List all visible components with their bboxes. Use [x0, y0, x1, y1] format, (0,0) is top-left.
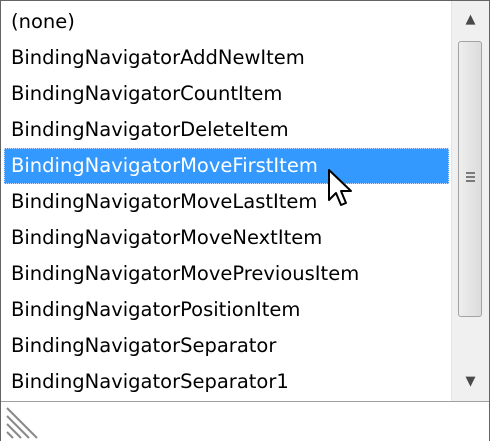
scroll-up-arrow-icon[interactable]: ▲	[452, 1, 489, 39]
list-item[interactable]: BindingNavigatorCountItem	[4, 76, 449, 112]
list-item[interactable]: BindingNavigatorDeleteItem	[4, 112, 449, 148]
list-item[interactable]: BindingNavigatorSeparator1	[4, 364, 449, 399]
list-item-selected[interactable]: BindingNavigatorMoveFirstItem	[4, 148, 449, 184]
scrollbar-grip-icon	[466, 172, 475, 184]
list-item[interactable]: BindingNavigatorSeparator	[4, 328, 449, 364]
resize-grip-icon[interactable]	[5, 406, 39, 440]
resize-footer	[1, 401, 489, 441]
list-item[interactable]: (none)	[4, 4, 449, 40]
list-item[interactable]: BindingNavigatorAddNewItem	[4, 40, 449, 76]
scrollbar-thumb[interactable]	[458, 41, 482, 317]
dropdown-list-popup: (none) BindingNavigatorAddNewItem Bindin…	[0, 0, 490, 441]
item-list[interactable]: (none) BindingNavigatorAddNewItem Bindin…	[4, 4, 449, 399]
list-item[interactable]: BindingNavigatorPositionItem	[4, 292, 449, 328]
list-item[interactable]: BindingNavigatorMovePreviousItem	[4, 256, 449, 292]
scroll-down-arrow-icon[interactable]: ▼	[452, 363, 489, 401]
list-item[interactable]: BindingNavigatorMoveLastItem	[4, 184, 449, 220]
list-item[interactable]: BindingNavigatorMoveNextItem	[4, 220, 449, 256]
vertical-scrollbar[interactable]: ▲ ▼	[451, 1, 489, 401]
